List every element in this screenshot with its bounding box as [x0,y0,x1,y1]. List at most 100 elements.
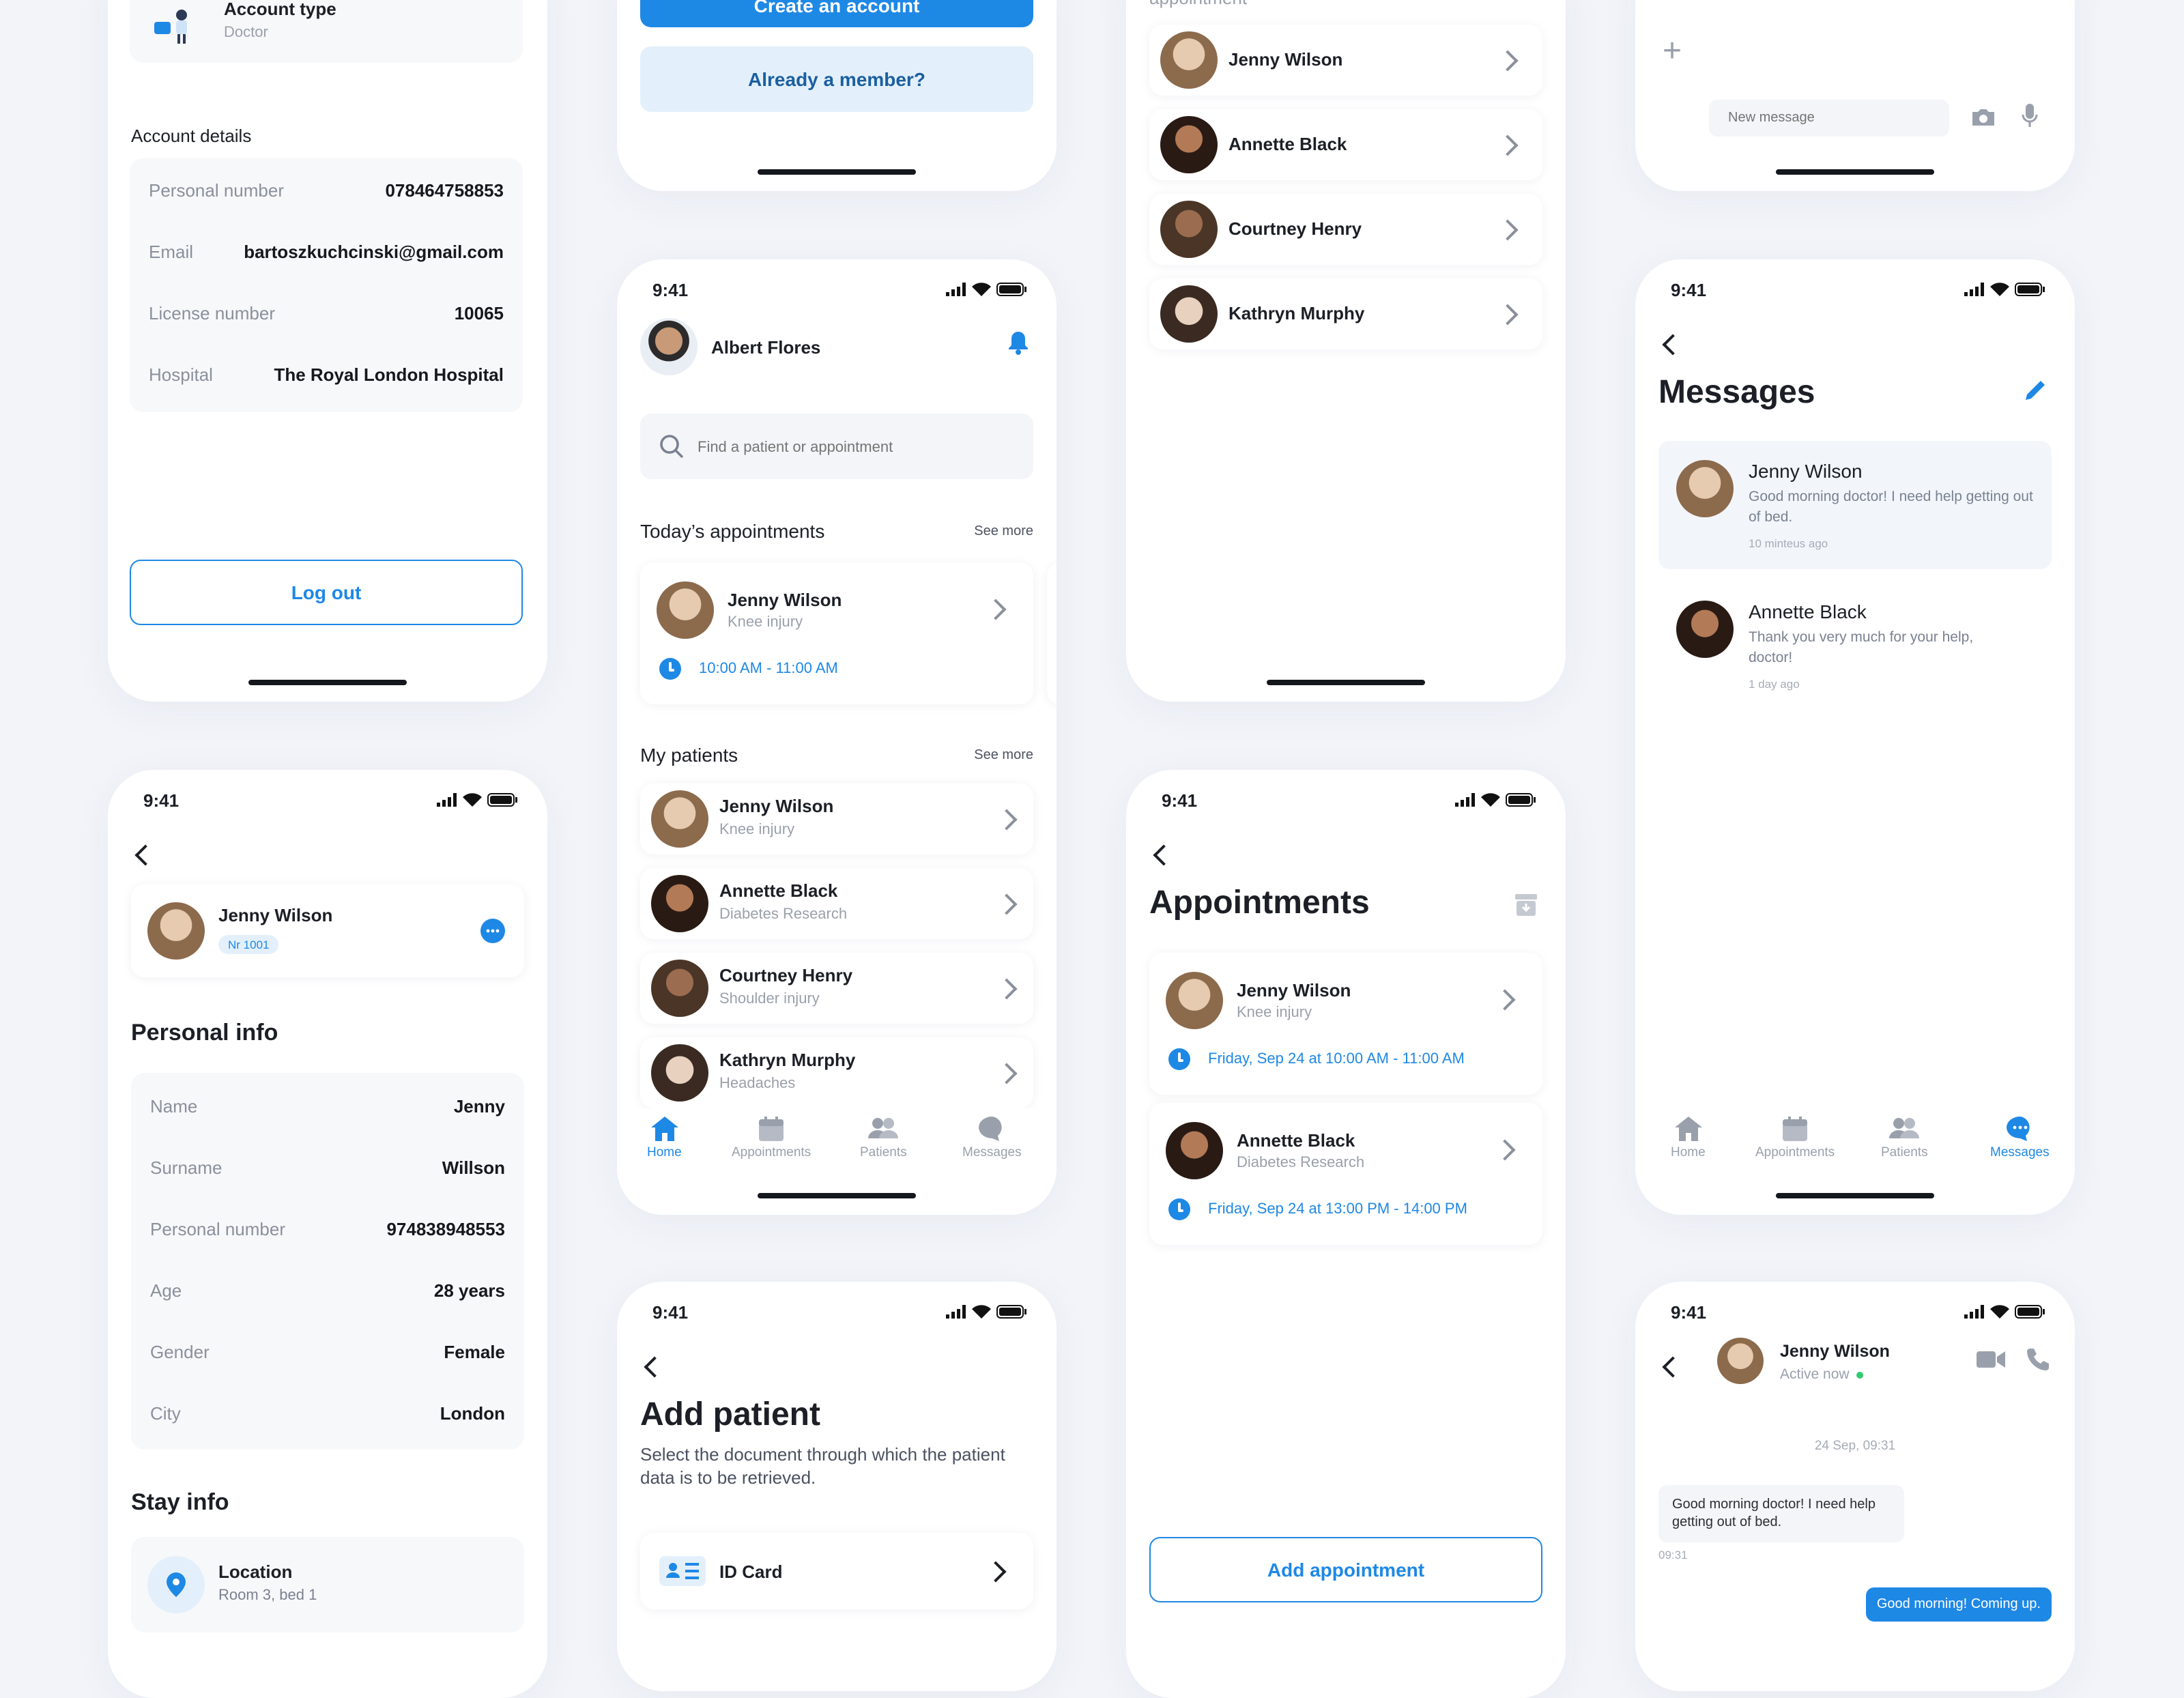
add-attachment-button[interactable]: + [1663,33,1682,71]
chat-screen: 9:41 Jenny Wilson Active now 24 Sep, 09:… [1635,1282,2075,1691]
logout-button[interactable]: Log out [130,560,523,625]
status-bar: 9:41 [652,1301,1026,1323]
status-time: 9:41 [143,790,179,810]
tab-messages[interactable]: Messages [962,1117,1022,1160]
wifi-icon [972,1305,991,1319]
row-value: 078464758853 [385,180,504,201]
add-patient-screen: 9:41 Add patient Select the document thr… [617,1282,1057,1691]
notification-bell-icon[interactable] [1007,330,1029,355]
chevron-right-icon [985,599,1007,620]
home-screen: 9:41 Albert Flores Today’s appointments … [617,259,1057,1215]
row-label: Age [150,1280,182,1301]
patient-list-screen: appointment Jenny Wilson Annette Black C… [1126,0,1566,702]
status-bar: 9:41 [143,789,517,811]
chat-bubble-icon[interactable] [480,919,505,943]
id-card-option[interactable]: ID Card [640,1533,1033,1609]
status-bar: 9:41 [1671,1301,2045,1323]
create-account-button[interactable]: Create an account [640,0,1033,27]
signup-screen: Create an account Already a member? [617,0,1057,191]
list-item[interactable]: Courtney Henry Shoulder injury [640,953,1033,1024]
compose-pencil-icon[interactable] [2023,378,2048,403]
patient-name: Annette Black [719,880,838,901]
search-bar[interactable] [640,414,1033,479]
location-label: Location [218,1562,293,1582]
id-card-icon [659,1556,706,1586]
archive-icon[interactable] [1514,893,1538,917]
avatar [1676,601,1734,658]
incoming-message-time: 09:31 [1658,1548,1688,1562]
appointment-card[interactable]: Annette Black Diabetes Research Friday, … [1149,1103,1542,1245]
wifi-icon [1481,793,1500,807]
signal-icon [1455,793,1475,807]
message-item[interactable]: Jenny Wilson Good morning doctor! I need… [1658,441,2052,569]
chat-bubble-icon [978,1117,1001,1141]
list-item[interactable]: Kathryn Murphy [1149,278,1542,349]
row-label: Personal number [149,180,284,201]
back-arrow-icon[interactable] [134,844,156,866]
tab-messages[interactable]: Messages [1990,1117,2050,1160]
account-type-value: Doctor [224,25,268,41]
chevron-right-icon [996,893,1018,915]
message-preview: Thank you very much for your help, docto… [1749,629,1974,666]
row-value: 28 years [433,1280,505,1301]
account-type-card[interactable]: Account type Doctor [130,0,523,63]
back-arrow-icon[interactable] [1153,844,1175,866]
search-icon [660,435,684,459]
search-input[interactable] [695,430,1014,465]
tab-patients[interactable]: Patients [1881,1117,1928,1160]
see-more-link[interactable]: See more [974,748,1033,763]
tab-label: Patients [860,1145,907,1160]
status-bar: 9:41 [1162,789,1536,811]
chevron-right-icon [1497,50,1519,72]
status-time: 9:41 [1671,1301,1707,1322]
signal-icon [1964,1305,1984,1319]
camera-icon[interactable] [1971,108,1996,127]
patient-reason: Headaches [719,1076,796,1092]
list-item[interactable]: Jenny Wilson [1149,25,1542,96]
next-card-peek [1047,562,1057,704]
patient-name: Jenny Wilson [218,905,333,925]
back-arrow-icon[interactable] [1662,334,1684,356]
message-input[interactable] [1709,100,1949,136]
battery-icon [2015,283,2045,296]
patient-detail-screen: 9:41 Jenny Wilson Nr 1001 Personal info … [108,770,547,1698]
add-appointment-button[interactable]: Add appointment [1149,1537,1542,1602]
tab-appointments[interactable]: Appointments [1755,1117,1835,1160]
user-avatar[interactable] [640,318,698,375]
calendar-icon [759,1117,784,1141]
wifi-icon [463,793,482,807]
see-more-link[interactable]: See more [974,524,1033,539]
message-item[interactable]: Annette Black Thank you very much for yo… [1658,581,2052,710]
list-item[interactable]: Kathryn Murphy Headaches [640,1037,1033,1108]
list-item[interactable]: Jenny Wilson Knee injury [640,783,1033,854]
list-item[interactable]: Annette Black Diabetes Research [640,868,1033,939]
back-arrow-icon[interactable] [644,1356,665,1378]
patient-reason: Knee injury [1237,1005,1312,1021]
incoming-message-bubble: Good morning doctor! I need help getting… [1658,1485,1904,1542]
tab-appointments[interactable]: Appointments [732,1117,811,1160]
tab-label: Patients [1881,1145,1928,1160]
appointment-card[interactable]: Jenny Wilson Knee injury 10:00 AM - 11:0… [640,562,1033,704]
tab-home[interactable]: Home [647,1117,682,1160]
location-pin-icon [147,1556,205,1613]
microphone-icon[interactable] [2022,104,2038,128]
video-call-icon[interactable] [1977,1350,2005,1369]
list-item[interactable]: Annette Black [1149,109,1542,180]
online-dot-icon [1856,1371,1863,1378]
row-label: Personal number [150,1219,285,1239]
user-name: Albert Flores [711,337,821,358]
signal-icon [946,283,966,296]
appointment-card[interactable]: Jenny Wilson Knee injury Friday, Sep 24 … [1149,953,1542,1095]
tab-label: Home [1671,1145,1706,1160]
patient-reason: Diabetes Research [1237,1155,1365,1171]
list-item[interactable]: Courtney Henry [1149,194,1542,265]
chevron-right-icon [1494,1139,1516,1161]
back-arrow-icon[interactable] [1662,1356,1684,1378]
already-member-button[interactable]: Already a member? [640,46,1033,112]
option-label: ID Card [719,1562,783,1582]
tab-patients[interactable]: Patients [860,1117,907,1160]
home-indicator [248,680,407,685]
battery-icon [487,793,517,807]
phone-call-icon[interactable] [2026,1347,2050,1372]
tab-home[interactable]: Home [1671,1117,1706,1160]
